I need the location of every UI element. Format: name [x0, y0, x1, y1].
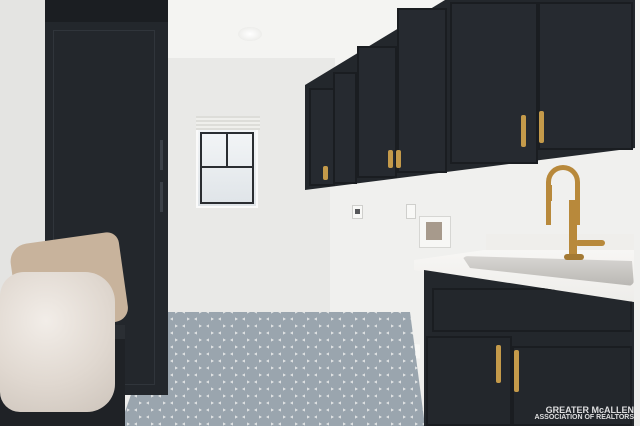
cabinet-handle — [539, 111, 544, 143]
window — [196, 116, 260, 208]
realtor-watermark: GREATER McALLEN ASSOCIATION OF REALTORS — [534, 406, 634, 422]
lower-cabinet-handle — [514, 350, 519, 392]
tall-cabinet-handle-lower — [160, 182, 163, 212]
cabinet-handle — [388, 150, 393, 168]
washer-hookup-box — [419, 216, 451, 248]
cabinet-crown — [45, 0, 168, 22]
window-mullion-vertical — [226, 132, 228, 166]
upper-cabinet-door — [309, 88, 335, 186]
window-mullion — [200, 166, 254, 168]
gold-faucet-stem — [569, 200, 577, 258]
laundry-room-photo: GREATER McALLEN ASSOCIATION OF REALTORS — [0, 0, 640, 426]
wall-outlet — [352, 205, 363, 219]
window-blind — [196, 116, 260, 130]
gold-faucet-spout — [546, 185, 552, 201]
wall-switch — [406, 204, 416, 219]
gold-faucet-lever — [575, 240, 605, 246]
watermark-line1: GREATER McALLEN — [545, 405, 634, 415]
cabinet-handle — [323, 166, 328, 180]
watermark-line2: ASSOCIATION OF REALTORS — [534, 414, 634, 421]
tall-cabinet-handle-upper — [160, 140, 163, 170]
upper-cabinet-door — [333, 72, 357, 184]
upper-cabinet-door — [538, 2, 633, 150]
gold-faucet-base — [564, 254, 584, 260]
recessed-light — [238, 27, 262, 41]
upper-cabinet-door — [397, 8, 447, 173]
cabinet-handle — [396, 150, 401, 168]
cabinet-handle — [521, 115, 526, 147]
upper-cabinets — [305, 0, 635, 190]
faux-fur-pillow — [0, 272, 115, 412]
lower-cabinet-handle — [496, 345, 501, 383]
